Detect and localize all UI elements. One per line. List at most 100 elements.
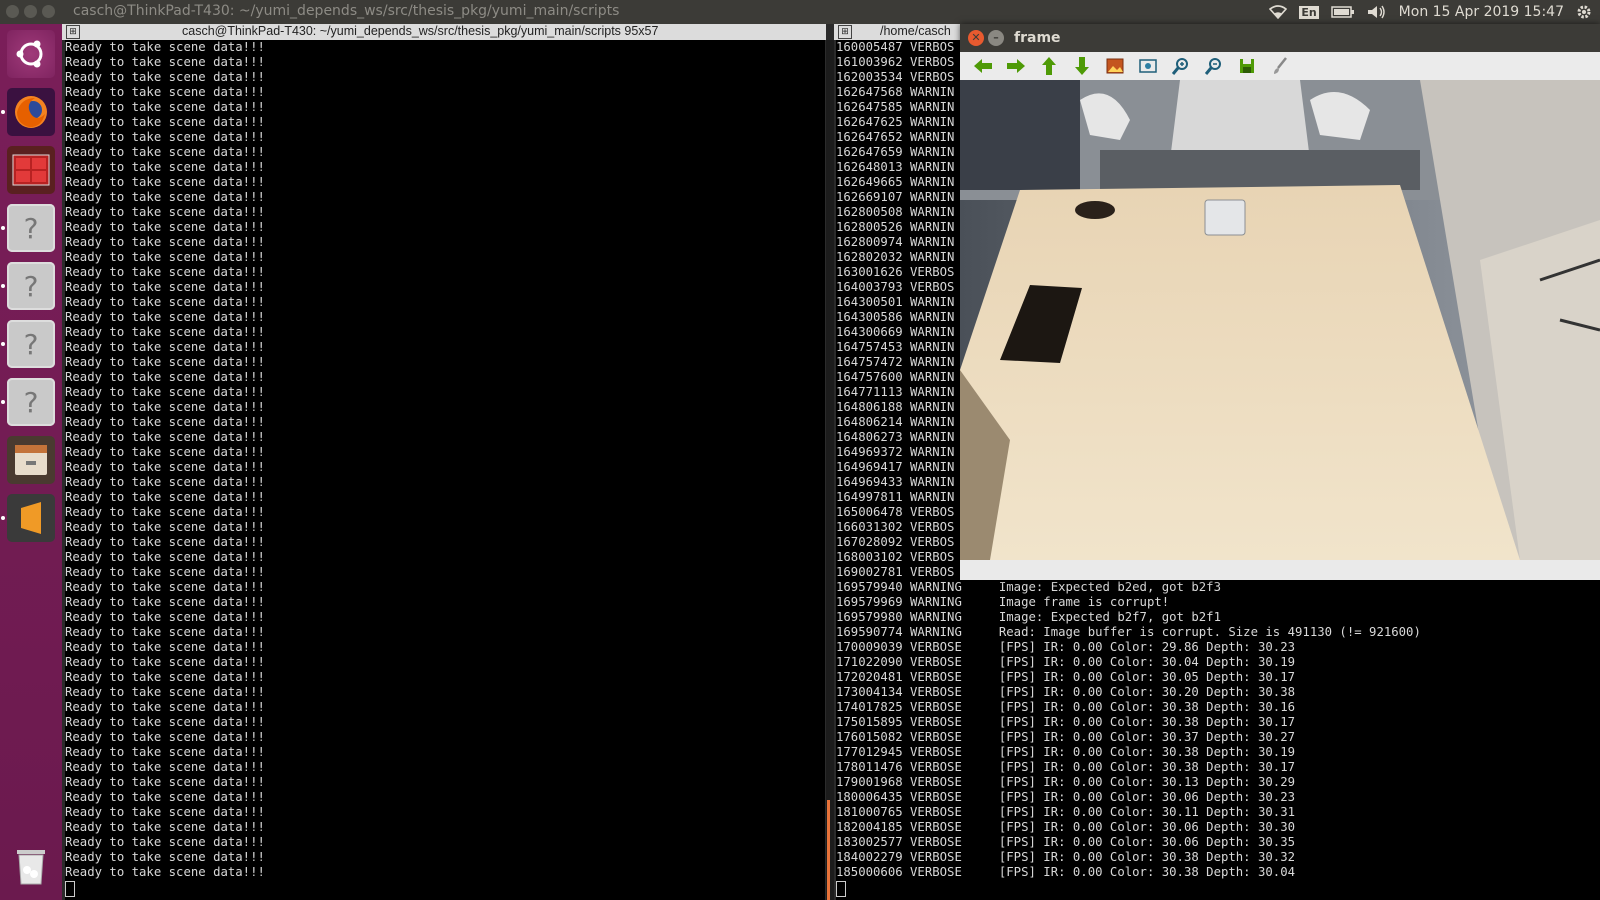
terminal-line: Ready to take scene data!!! <box>65 820 265 834</box>
image-icon[interactable] <box>1102 54 1128 78</box>
scrollbar[interactable] <box>827 800 830 900</box>
arrow-down-icon[interactable] <box>1069 54 1095 78</box>
log-line: 176015082 VERBOSE [FPS] IR: 0.00 Color: … <box>836 730 1296 744</box>
log-line: 162800508 WARNIN <box>836 205 955 219</box>
log-line: 169579940 WARNING Image: Expected b2ed, … <box>836 580 1221 594</box>
log-line: 164300669 WARNIN <box>836 325 955 339</box>
terminal-tabs-icon[interactable]: ⊞ <box>66 25 80 39</box>
sublime-text-icon[interactable] <box>7 494 55 542</box>
ubuntu-dash-icon[interactable] <box>7 30 55 78</box>
file-manager-icon[interactable] <box>7 436 55 484</box>
terminal-line: Ready to take scene data!!! <box>65 625 265 639</box>
terminal-line: Ready to take scene data!!! <box>65 700 265 714</box>
save-icon[interactable] <box>1234 54 1260 78</box>
terminal-cursor <box>836 881 846 897</box>
running-indicator <box>1 110 5 114</box>
terminal-line: Ready to take scene data!!! <box>65 640 265 654</box>
log-line: 181000765 VERBOSE [FPS] IR: 0.00 Color: … <box>836 805 1296 819</box>
pane-divider[interactable] <box>826 40 834 900</box>
log-line: 162647568 WARNIN <box>836 85 955 99</box>
log-line: 166031302 VERBOS <box>836 520 955 534</box>
log-line: 164003793 VERBOS <box>836 280 955 294</box>
running-indicator <box>1 516 5 520</box>
fit-icon[interactable] <box>1135 54 1161 78</box>
log-line: 173004134 VERBOSE [FPS] IR: 0.00 Color: … <box>836 685 1296 699</box>
log-line: 162802032 WARNIN <box>836 250 955 264</box>
terminal-line: Ready to take scene data!!! <box>65 235 265 249</box>
workspaces-icon[interactable] <box>7 146 55 194</box>
camera-frame-image[interactable] <box>960 80 1600 560</box>
volume-icon[interactable] <box>1367 5 1387 19</box>
close-icon[interactable]: ✕ <box>968 30 984 46</box>
terminal-line: Ready to take scene data!!! <box>65 40 265 54</box>
terminal-line: Ready to take scene data!!! <box>65 430 265 444</box>
log-line: 168003102 VERBOS <box>836 550 955 564</box>
log-line: 184002279 VERBOSE [FPS] IR: 0.00 Color: … <box>836 850 1296 864</box>
terminal-line: Ready to take scene data!!! <box>65 85 265 99</box>
log-line: 182004185 VERBOSE [FPS] IR: 0.00 Color: … <box>836 820 1296 834</box>
minimize-icon[interactable]: – <box>988 30 1004 46</box>
running-indicator <box>1 400 5 404</box>
terminal-line: Ready to take scene data!!! <box>65 280 265 294</box>
left-terminal-titlebar: ⊞ casch@ThinkPad-T430: ~/yumi_depends_ws… <box>62 24 826 40</box>
terminal-tabs-icon[interactable]: ⊞ <box>838 25 852 39</box>
arrow-left-icon[interactable] <box>970 54 996 78</box>
log-line: 185000606 VERBOSE [FPS] IR: 0.00 Color: … <box>836 865 1296 879</box>
log-line: 174017825 VERBOSE [FPS] IR: 0.00 Color: … <box>836 700 1296 714</box>
frame-statusbar <box>960 560 1600 580</box>
log-line: 162648013 WARNIN <box>836 160 955 174</box>
trash-icon[interactable] <box>7 842 55 890</box>
log-line: 169590774 WARNING Read: Image buffer is … <box>836 625 1421 639</box>
keyboard-layout-indicator[interactable]: En <box>1299 5 1319 19</box>
battery-icon[interactable] <box>1330 6 1355 18</box>
zoom-in-icon[interactable] <box>1168 54 1194 78</box>
zoom-out-icon[interactable] <box>1201 54 1227 78</box>
log-line: 172020481 VERBOSE [FPS] IR: 0.00 Color: … <box>836 670 1296 684</box>
log-line: 164300586 WARNIN <box>836 310 955 324</box>
log-line: 164806188 WARNIN <box>836 400 955 414</box>
firefox-icon[interactable] <box>7 88 55 136</box>
terminal-line: Ready to take scene data!!! <box>65 565 265 579</box>
minimize-icon[interactable] <box>24 5 37 18</box>
terminal-line: Ready to take scene data!!! <box>65 190 265 204</box>
terminal-line: Ready to take scene data!!! <box>65 115 265 129</box>
right-terminal-top[interactable]: 160005487 VERBOS 161003962 VERBOS 16200353… <box>836 40 960 580</box>
terminal-line: Ready to take scene data!!! <box>65 670 265 684</box>
log-line: 164806214 WARNIN <box>836 415 955 429</box>
maximize-icon[interactable] <box>42 5 55 18</box>
unknown-app-icon[interactable]: ? <box>7 378 55 426</box>
terminal-line: Ready to take scene data!!! <box>65 205 265 219</box>
right-terminal-title: /home/casch <box>880 24 951 38</box>
right-terminal-bottom[interactable]: 169579940 WARNING Image: Expected b2ed, … <box>836 580 1600 900</box>
terminal-line: Ready to take scene data!!! <box>65 130 265 144</box>
log-line: 164806273 WARNIN <box>836 430 955 444</box>
terminal-line: Ready to take scene data!!! <box>65 805 265 819</box>
terminal-line: Ready to take scene data!!! <box>65 265 265 279</box>
terminal-line: Ready to take scene data!!! <box>65 835 265 849</box>
left-terminal-title: casch@ThinkPad-T430: ~/yumi_depends_ws/s… <box>182 24 659 38</box>
log-line: 180006435 VERBOSE [FPS] IR: 0.00 Color: … <box>836 790 1296 804</box>
terminal-line: Ready to take scene data!!! <box>65 70 265 84</box>
brush-icon[interactable] <box>1267 54 1293 78</box>
terminal-line: Ready to take scene data!!! <box>65 760 265 774</box>
frame-titlebar[interactable]: ✕ – frame <box>960 24 1600 52</box>
wifi-icon[interactable] <box>1269 5 1288 19</box>
terminal-line: Ready to take scene data!!! <box>65 415 265 429</box>
arrow-right-icon[interactable] <box>1003 54 1029 78</box>
terminal-line: Ready to take scene data!!! <box>65 445 265 459</box>
panel-window-controls[interactable] <box>6 5 60 22</box>
terminal-line: Ready to take scene data!!! <box>65 490 265 504</box>
unknown-app-icon[interactable]: ? <box>7 204 55 252</box>
terminal-cursor <box>65 881 75 897</box>
left-terminal[interactable]: Ready to take scene data!!! Ready to take… <box>65 40 825 900</box>
log-line: 183002577 VERBOSE [FPS] IR: 0.00 Color: … <box>836 835 1296 849</box>
gear-icon[interactable] <box>1576 4 1592 20</box>
close-icon[interactable] <box>6 5 19 18</box>
unknown-app-icon[interactable]: ? <box>7 262 55 310</box>
log-line: 162003534 VERBOS <box>836 70 955 84</box>
unknown-app-icon[interactable]: ? <box>7 320 55 368</box>
terminal-line: Ready to take scene data!!! <box>65 850 265 864</box>
log-line: 165006478 VERBOS <box>836 505 955 519</box>
clock[interactable]: Mon 15 Apr 2019 15:47 <box>1399 4 1564 20</box>
arrow-up-icon[interactable] <box>1036 54 1062 78</box>
